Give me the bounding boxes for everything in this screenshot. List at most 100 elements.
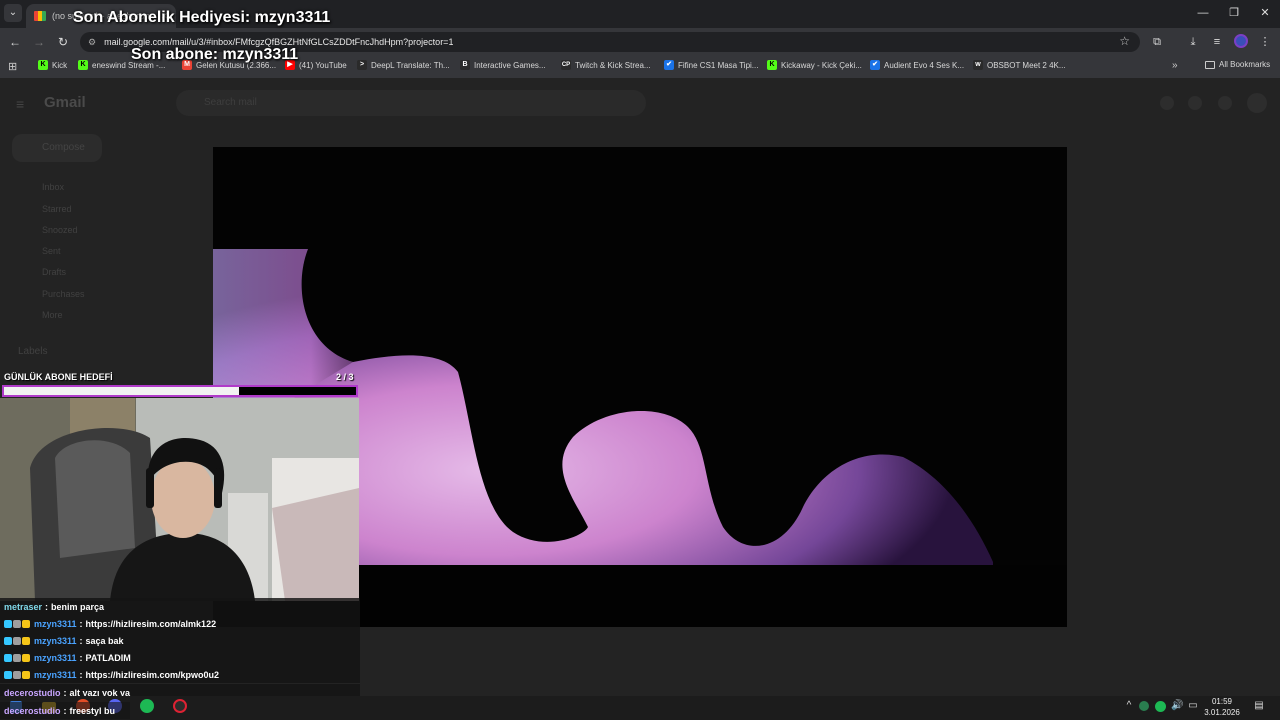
sub-badge-icon xyxy=(4,636,12,645)
account-avatar[interactable] xyxy=(1247,93,1267,113)
bookmark-item[interactable]: ✔ Fifine CS1 Masa Tipi... xyxy=(664,60,758,70)
tab-search-chevron-icon[interactable]: ⌄ xyxy=(4,4,22,22)
notifications-icon[interactable]: ▤ xyxy=(1253,700,1265,712)
bookmark-item[interactable]: > DeepL Translate: Th... xyxy=(357,60,450,70)
shield-badge-icon xyxy=(13,636,21,645)
chat-username: metraser xyxy=(4,601,43,612)
gmail-logo: Gmail xyxy=(44,94,86,111)
obs-taskbar-icon[interactable] xyxy=(173,699,187,713)
forward-arrow-icon[interactable]: → xyxy=(30,33,48,51)
extensions-icon[interactable]: ⧉ xyxy=(1148,33,1166,51)
compose-button[interactable]: Compose xyxy=(12,134,102,162)
bookmark-item[interactable]: CP Twitch & Kick Strea... xyxy=(561,60,651,70)
goal-label: GÜNLÜK ABONE HEDEFİ xyxy=(4,372,113,382)
reading-list-icon[interactable]: ≡ xyxy=(1208,33,1226,51)
site-info-icon[interactable]: ⚙ xyxy=(88,37,96,48)
tray-app-icon[interactable] xyxy=(1139,701,1149,711)
webcam-image xyxy=(0,398,359,601)
bookmark-item[interactable]: K Kickaway - Kick Çeki... xyxy=(767,60,862,70)
spotify-tray-icon[interactable] xyxy=(1155,701,1166,712)
chat-badges xyxy=(4,619,30,628)
nav-drafts[interactable]: Drafts xyxy=(42,267,66,277)
apps-grid-icon[interactable]: ⊞ xyxy=(8,60,17,73)
chat-badges xyxy=(4,636,30,645)
chat-badges xyxy=(4,670,30,679)
folder-icon xyxy=(1205,61,1215,69)
bookmark-item[interactable]: w OBSBOT Meet 2 4K... xyxy=(973,60,1066,70)
close-window-icon[interactable]: ✕ xyxy=(1250,4,1280,22)
nav-starred[interactable]: Starred xyxy=(42,204,72,214)
chat-badges xyxy=(4,653,30,662)
restore-window-icon[interactable]: ❐ xyxy=(1219,4,1249,22)
bookmark-label: Interactive Games... xyxy=(474,60,546,70)
screen: ⌄ (no subject) - anesharon... ✕ — ❐ ✕ ← … xyxy=(0,0,1280,720)
chat-username: mzyn3311 xyxy=(34,635,77,646)
bookmark-label: Kick xyxy=(52,60,68,70)
sub-badge-icon xyxy=(4,619,12,628)
chat-text: https://hizliresim.com/almk122 xyxy=(85,618,217,629)
chat-text: saça bak xyxy=(85,635,124,646)
windows-taskbar xyxy=(0,696,1280,720)
bookmark-label: Audient Evo 4 Ses K... xyxy=(884,60,965,70)
chat-message: mzyn3311 : PATLADIM xyxy=(0,649,360,666)
bookmark-label: Twitch & Kick Strea... xyxy=(575,60,651,70)
bookmark-label: Kickaway - Kick Çeki... xyxy=(781,60,862,70)
minimize-window-icon[interactable]: — xyxy=(1188,4,1218,22)
chat-separator: : xyxy=(79,652,83,663)
sub-badge-icon xyxy=(4,670,12,679)
shield-badge-icon xyxy=(13,670,21,679)
bookmark-label: OBSBOT Meet 2 4K... xyxy=(987,60,1066,70)
chat-text: benim parça xyxy=(51,601,105,612)
check-icon: ✔ xyxy=(664,60,674,70)
chat-username: mzyn3311 xyxy=(34,618,77,629)
gmail-favicon-icon xyxy=(34,11,46,21)
kick-icon: K xyxy=(38,60,48,70)
chrome-menu-icon[interactable]: ⋮ xyxy=(1256,33,1274,51)
profile-avatar[interactable] xyxy=(1234,34,1248,48)
chat-separator: : xyxy=(79,669,83,680)
shield-badge-icon xyxy=(13,653,21,662)
chat-message: decerostudio : freestyl bu xyxy=(0,702,130,719)
goal-count: 2 / 3 xyxy=(336,372,354,382)
clock-date[interactable]: 3.01.2026 xyxy=(1201,708,1243,717)
gmail-search-input[interactable]: Search mail xyxy=(176,90,646,116)
all-bookmarks-button[interactable]: All Bookmarks xyxy=(1205,60,1270,69)
sub-badge-icon xyxy=(4,653,12,662)
bookmark-item[interactable]: K Kick xyxy=(38,60,67,70)
crown-badge-icon xyxy=(22,619,30,628)
apps-icon[interactable] xyxy=(1218,96,1232,110)
webcam-feed xyxy=(0,398,359,601)
all-bookmarks-label: All Bookmarks xyxy=(1219,60,1271,69)
volume-icon[interactable]: 🔊 xyxy=(1171,700,1183,712)
clock-time[interactable]: 01:59 xyxy=(1205,697,1239,706)
network-icon[interactable]: ▭ xyxy=(1187,700,1199,712)
tray-chevron-up-icon[interactable]: ^ xyxy=(1123,700,1135,712)
more-bookmarks-chevron-icon[interactable]: » xyxy=(1172,60,1178,71)
nav-snoozed[interactable]: Snoozed xyxy=(42,225,78,235)
obsbot-icon: w xyxy=(973,60,983,70)
download-icon[interactable]: ⤓ xyxy=(1184,33,1202,51)
spotify-taskbar-icon[interactable] xyxy=(140,699,154,713)
sub-goal-progress-fill xyxy=(4,387,239,395)
bookmark-label: (41) YouTube xyxy=(299,60,347,70)
bookmark-item[interactable]: ✔ Audient Evo 4 Ses K... xyxy=(870,60,964,70)
kick-icon: K xyxy=(78,60,88,70)
nav-more[interactable]: More xyxy=(42,310,63,320)
help-icon[interactable] xyxy=(1160,96,1174,110)
chat-text: PATLADIM xyxy=(85,652,131,663)
reload-icon[interactable]: ↻ xyxy=(54,33,72,51)
chat-separator: : xyxy=(79,635,83,646)
nav-purchases[interactable]: Purchases xyxy=(42,289,85,299)
bookmark-item[interactable]: B Interactive Games... xyxy=(460,60,546,70)
nav-inbox[interactable]: Inbox xyxy=(42,182,64,192)
nav-sent[interactable]: Sent xyxy=(42,246,61,256)
hamburger-menu-icon[interactable]: ≡ xyxy=(16,96,24,112)
chat-message: mzyn3311 : https://hizliresim.com/almk12… xyxy=(0,615,360,632)
chat-username: mzyn3311 xyxy=(34,669,77,680)
gift-sub-overlay-text: Son Abonelik Hediyesi: mzyn3311 xyxy=(73,9,331,26)
cp-icon: CP xyxy=(561,60,571,70)
bookmark-star-icon[interactable]: ☆ xyxy=(1119,34,1130,48)
back-arrow-icon[interactable]: ← xyxy=(6,33,24,51)
bookmark-label: DeepL Translate: Th... xyxy=(371,60,450,70)
settings-icon[interactable] xyxy=(1188,96,1202,110)
